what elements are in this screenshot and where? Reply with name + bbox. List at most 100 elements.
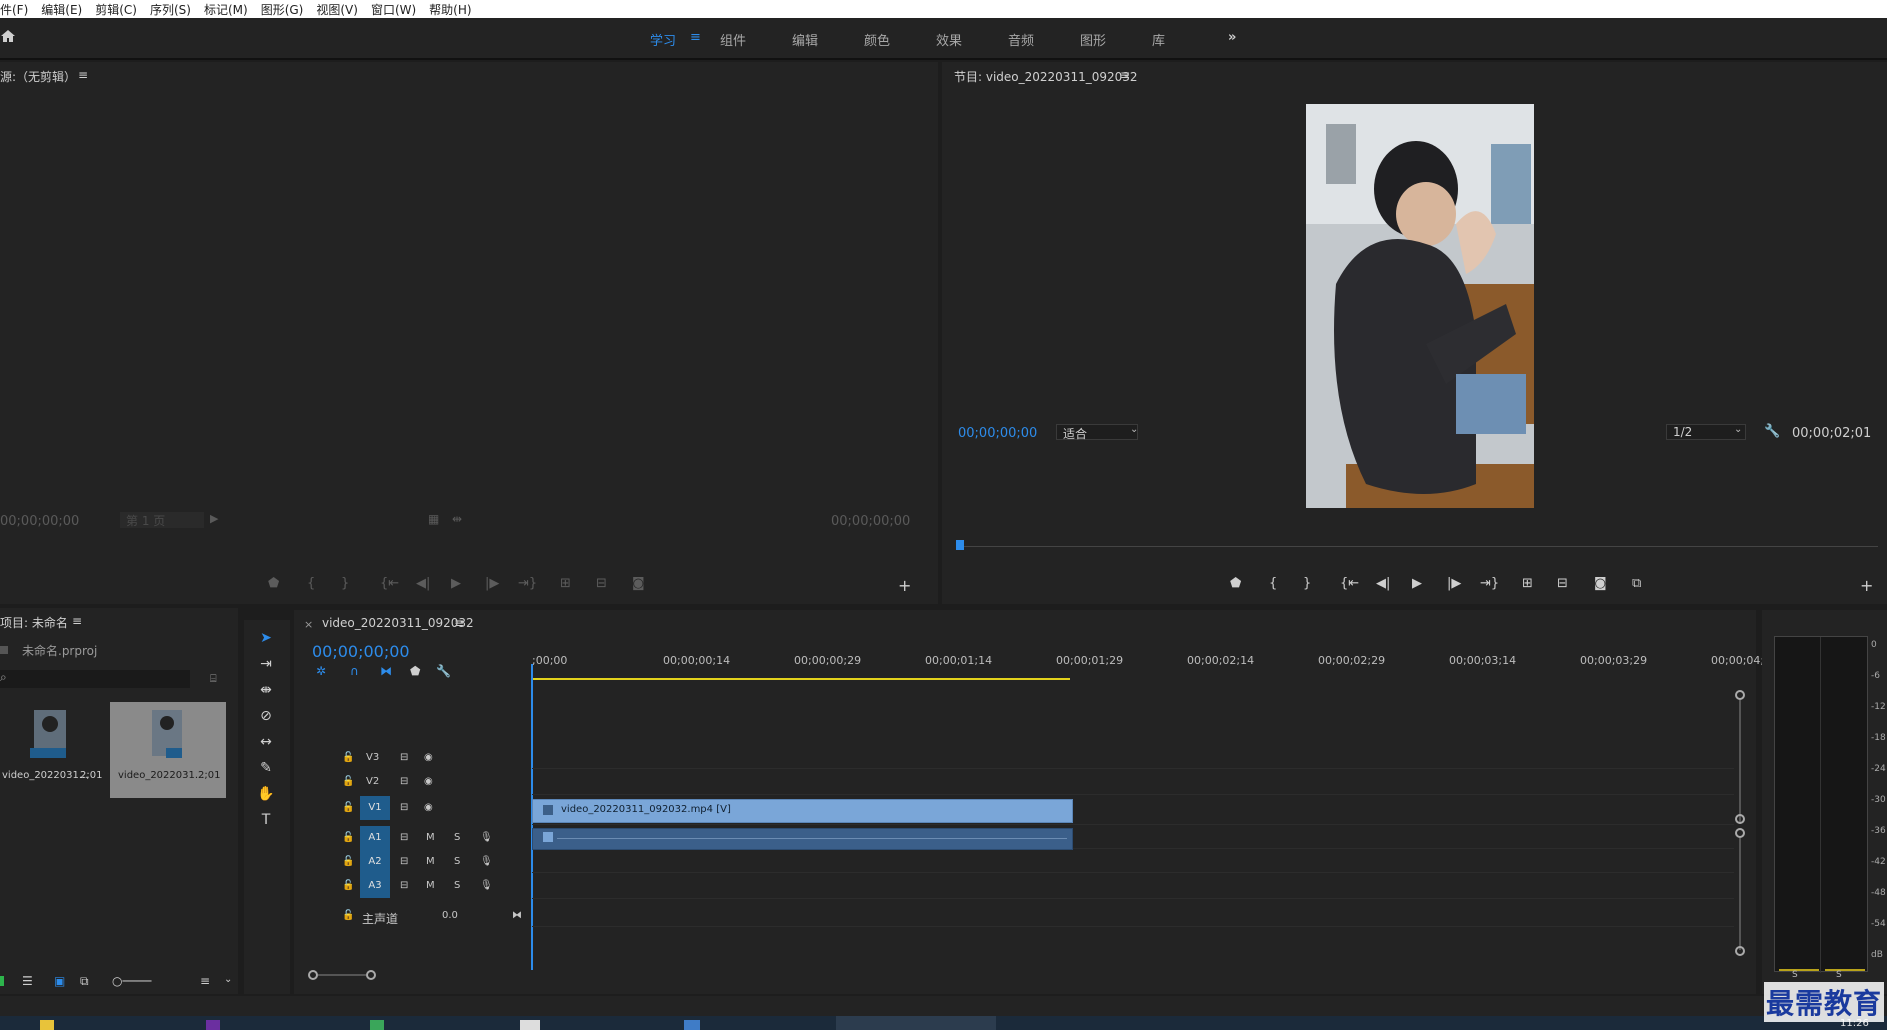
mark-out-icon[interactable]: }	[1303, 576, 1311, 591]
wrench-icon[interactable]: 🔧	[1764, 424, 1780, 439]
eye-icon[interactable]: ◉	[424, 802, 433, 813]
step-back-icon[interactable]: ◀|	[1376, 576, 1390, 591]
active-app-tab[interactable]	[836, 1016, 996, 1030]
go-to-in-icon[interactable]: {⇤	[1340, 576, 1359, 591]
chevron-down-icon[interactable]: ⌄	[224, 974, 232, 985]
app-icon[interactable]	[684, 1020, 700, 1030]
sync-lock-icon[interactable]: ⊟	[400, 832, 408, 843]
microphone-icon[interactable]: 🎙	[480, 832, 493, 843]
go-to-out-icon[interactable]: ⇥}	[1480, 576, 1499, 591]
program-scrubber[interactable]	[958, 546, 1878, 558]
master-volume[interactable]: 0.0	[442, 910, 458, 921]
play-icon[interactable]: ▶	[451, 576, 461, 591]
solo-button[interactable]: S	[454, 856, 460, 867]
zoom-slider-icon[interactable]: ○────	[112, 974, 151, 988]
new-bin-icon[interactable]: ⌸	[210, 672, 217, 686]
lift-icon[interactable]: ⊞	[1522, 576, 1533, 591]
extract-icon[interactable]: ⊟	[1557, 576, 1568, 591]
play-small-icon[interactable]: ▶	[210, 512, 218, 525]
lock-icon[interactable]: 🔓	[342, 802, 354, 813]
sync-lock-icon[interactable]: ⊟	[400, 880, 408, 891]
search-input[interactable]	[0, 670, 190, 688]
fit-select[interactable]: 适合	[1056, 424, 1138, 441]
track-target-a2[interactable]: A2	[360, 850, 390, 874]
marker-icon[interactable]: ⬟	[268, 576, 279, 591]
menu-item[interactable]: 图形(G)	[261, 1, 304, 18]
workspace-tab[interactable]: 效果	[936, 30, 962, 49]
insert-icon[interactable]: ⊞	[560, 576, 571, 591]
workspace-tab[interactable]: 组件	[720, 30, 746, 49]
add-button-icon[interactable]: +	[1860, 576, 1873, 595]
menu-item[interactable]: 序列(S)	[150, 1, 191, 18]
camera-icon[interactable]: ◙	[632, 576, 645, 591]
sync-lock-icon[interactable]: ⊟	[400, 802, 408, 813]
mute-button[interactable]: M	[426, 880, 435, 891]
sync-lock-icon[interactable]: ⊟	[400, 776, 408, 787]
marker-icon[interactable]: ⬟	[1230, 576, 1241, 591]
panel-menu-icon[interactable]: ≡	[454, 616, 464, 630]
list-view-icon[interactable]: ☰	[22, 974, 33, 988]
lock-icon[interactable]: 🔓	[342, 910, 354, 921]
razor-tool-icon[interactable]: ⊘	[256, 706, 276, 726]
compare-icon[interactable]: ⧉	[1632, 576, 1641, 591]
solo-right-button[interactable]: S	[1836, 970, 1842, 980]
play-icon[interactable]: ▶	[1412, 576, 1422, 591]
playhead-marker[interactable]	[956, 540, 964, 550]
clapper-icon[interactable]	[520, 1020, 540, 1030]
panel-menu-icon[interactable]: ≡	[1120, 68, 1130, 82]
sync-lock-icon[interactable]: ⊟	[400, 856, 408, 867]
add-button-icon[interactable]: +	[898, 576, 911, 595]
step-forward-icon[interactable]: |▶	[485, 576, 499, 591]
go-to-in-icon[interactable]: {⇤	[380, 576, 399, 591]
solo-left-button[interactable]: S	[1792, 970, 1798, 980]
lock-icon[interactable]: 🔓	[342, 880, 354, 891]
menu-item[interactable]: 帮助(H)	[429, 1, 471, 18]
wrench-icon[interactable]: 🔧	[436, 664, 451, 678]
type-tool-icon[interactable]: T	[256, 810, 276, 830]
menu-item[interactable]: 件(F)	[0, 1, 28, 18]
page-select[interactable]: 第 1 页	[120, 512, 204, 528]
slip-tool-icon[interactable]: ↔	[256, 732, 276, 752]
hand-tool-icon[interactable]: ✋	[256, 784, 276, 804]
eye-icon[interactable]: ◉	[424, 752, 433, 763]
eye-icon[interactable]: ◉	[424, 776, 433, 787]
ripple-edit-tool-icon[interactable]: ⇼	[256, 680, 276, 700]
pen-tool-icon[interactable]: ✎	[256, 758, 276, 778]
project-item[interactable]: video_2022031... 2;01	[0, 702, 108, 798]
lock-icon[interactable]: 🔓	[342, 856, 354, 867]
export-frame-icon[interactable]: ▦	[428, 512, 439, 526]
mute-button[interactable]: M	[426, 856, 435, 867]
file-explorer-icon[interactable]	[40, 1020, 54, 1030]
go-to-end-icon[interactable]: ⧓	[512, 910, 522, 921]
workspace-tab[interactable]: 颜色	[864, 30, 890, 49]
fit-icon[interactable]: ⇹	[452, 512, 462, 526]
track-target-a1[interactable]: A1	[360, 826, 390, 850]
workspace-tab[interactable]: 图形	[1080, 30, 1106, 49]
sync-lock-icon[interactable]: ⊟	[400, 752, 408, 763]
workspace-tab[interactable]: 库	[1152, 30, 1165, 49]
browser-icon[interactable]	[370, 1020, 384, 1030]
lock-icon[interactable]: 🔓	[342, 832, 354, 843]
mark-in-icon[interactable]: {	[1269, 576, 1277, 591]
freeform-view-icon[interactable]: ⧉	[80, 974, 89, 989]
step-back-icon[interactable]: ◀|	[416, 576, 430, 591]
workspace-tab[interactable]: 音频	[1008, 30, 1034, 49]
menu-item[interactable]: 标记(M)	[204, 1, 248, 18]
track-select-tool-icon[interactable]: ⇥	[256, 654, 276, 674]
microphone-icon[interactable]: 🎙	[480, 856, 493, 867]
workspace-menu-icon[interactable]: ≡	[690, 30, 701, 45]
solo-button[interactable]: S	[454, 832, 460, 843]
time-ruler[interactable]	[532, 674, 1736, 684]
go-to-out-icon[interactable]: ⇥}	[518, 576, 537, 591]
menu-item[interactable]: 编辑(E)	[41, 1, 82, 18]
premiere-icon[interactable]	[206, 1020, 220, 1030]
menu-item[interactable]: 视图(V)	[316, 1, 358, 18]
timeline-timecode[interactable]: 00;00;00;00	[312, 642, 410, 661]
nest-toggle-icon[interactable]: ✲	[316, 664, 326, 678]
mark-out-icon[interactable]: }	[341, 576, 349, 591]
icon-view-icon[interactable]: ▣	[54, 974, 65, 988]
linked-selection-icon[interactable]: ⧓	[380, 664, 392, 678]
selection-tool-icon[interactable]: ➤	[256, 628, 276, 648]
work-area-bar[interactable]	[532, 678, 1070, 680]
close-tab-icon[interactable]: ×	[304, 618, 313, 631]
